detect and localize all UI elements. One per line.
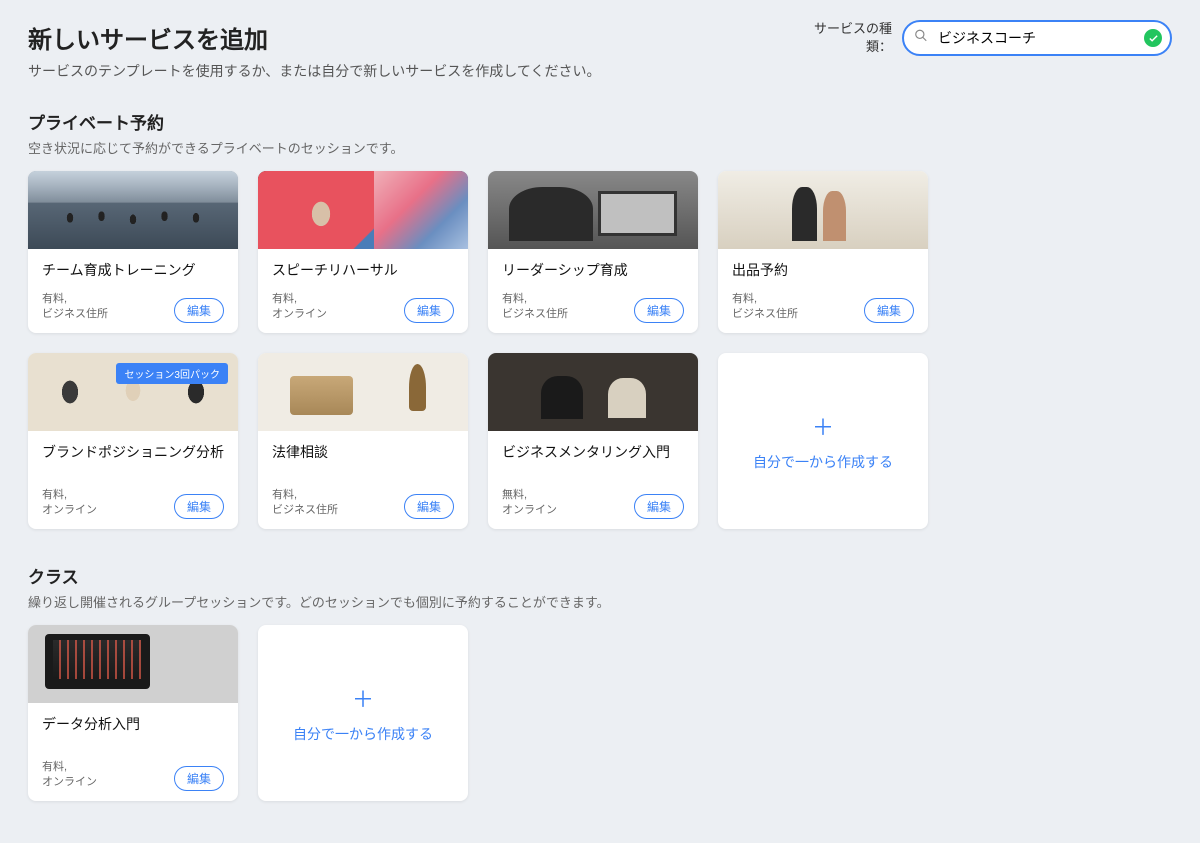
card-body: データ分析入門有料,オンライン 編集 (28, 703, 238, 801)
card-image (488, 353, 698, 431)
card-title: 出品予約 (732, 261, 914, 280)
card-image (488, 171, 698, 249)
grid-class: データ分析入門有料,オンライン 編集 ＋ 自分で一から作成する (28, 625, 1172, 801)
card-image (718, 171, 928, 249)
check-icon (1144, 29, 1162, 47)
card-image: セッション3回パック (28, 353, 238, 431)
card-meta: 有料,オンライン (272, 292, 327, 323)
create-new-card[interactable]: ＋ 自分で一から作成する (258, 625, 468, 801)
service-card[interactable]: 法律相談有料,ビジネス住所 編集 (258, 353, 468, 529)
create-label: 自分で一から作成する (753, 452, 893, 472)
card-badge: セッション3回パック (116, 363, 228, 384)
card-title: リーダーシップ育成 (502, 261, 684, 280)
card-body: ビジネスメンタリング入門無料,オンライン 編集 (488, 431, 698, 529)
page-title: 新しいサービスを追加 (28, 20, 814, 55)
section-class-subtitle: 繰り返し開催されるグループセッションです。どのセッションでも個別に予約することが… (28, 592, 1172, 611)
header-left: 新しいサービスを追加 サービスのテンプレートを使用するか、または自分で新しいサー… (28, 20, 814, 81)
service-card[interactable]: ビジネスメンタリング入門無料,オンライン 編集 (488, 353, 698, 529)
card-title: 法律相談 (272, 443, 454, 476)
card-footer: 有料,ビジネス住所 編集 (502, 292, 684, 323)
card-body: 法律相談有料,ビジネス住所 編集 (258, 431, 468, 529)
search-icon (914, 29, 928, 48)
service-card[interactable]: スピーチリハーサル有料,オンライン 編集 (258, 171, 468, 333)
edit-button[interactable]: 編集 (634, 494, 684, 519)
card-footer: 無料,オンライン 編集 (502, 488, 684, 519)
page-header: 新しいサービスを追加 サービスのテンプレートを使用するか、または自分で新しいサー… (28, 20, 1172, 81)
card-image (258, 353, 468, 431)
card-meta: 無料,オンライン (502, 488, 557, 519)
section-private-subtitle: 空き状況に応じて予約ができるプライベートのセッションです。 (28, 138, 1172, 157)
card-meta: 有料,オンライン (42, 760, 97, 791)
card-meta: 有料,ビジネス住所 (502, 292, 568, 323)
card-footer: 有料,オンライン 編集 (272, 292, 454, 323)
card-title: データ分析入門 (42, 715, 224, 748)
card-title: ビジネスメンタリング入門 (502, 443, 684, 476)
card-body: ブランドポジショニング分析有料,オンライン 編集 (28, 431, 238, 529)
edit-button[interactable]: 編集 (404, 494, 454, 519)
service-card[interactable]: 出品予約有料,ビジネス住所 編集 (718, 171, 928, 333)
service-card[interactable]: チーム育成トレーニング有料,ビジネス住所 編集 (28, 171, 238, 333)
card-body: チーム育成トレーニング有料,ビジネス住所 編集 (28, 249, 238, 333)
search-label: サービスの種 類： (814, 20, 892, 55)
card-title: チーム育成トレーニング (42, 261, 224, 280)
card-footer: 有料,ビジネス住所 編集 (272, 488, 454, 519)
card-meta: 有料,ビジネス住所 (42, 292, 108, 323)
edit-button[interactable]: 編集 (404, 298, 454, 323)
page-subtitle: サービスのテンプレートを使用するか、または自分で新しいサービスを作成してください… (28, 61, 814, 81)
card-meta: 有料,ビジネス住所 (272, 488, 338, 519)
edit-button[interactable]: 編集 (634, 298, 684, 323)
section-class-title: クラス (28, 563, 1172, 588)
edit-button[interactable]: 編集 (864, 298, 914, 323)
card-image (258, 171, 468, 249)
card-footer: 有料,ビジネス住所 編集 (42, 292, 224, 323)
edit-button[interactable]: 編集 (174, 766, 224, 791)
plus-icon: ＋ (812, 410, 834, 442)
card-meta: 有料,オンライン (42, 488, 97, 519)
card-body: 出品予約有料,ビジネス住所 編集 (718, 249, 928, 333)
service-card[interactable]: セッション3回パックブランドポジショニング分析有料,オンライン 編集 (28, 353, 238, 529)
card-footer: 有料,オンライン 編集 (42, 760, 224, 791)
section-private-title: プライベート予約 (28, 109, 1172, 134)
edit-button[interactable]: 編集 (174, 494, 224, 519)
card-meta: 有料,ビジネス住所 (732, 292, 798, 323)
card-body: リーダーシップ育成有料,ビジネス住所 編集 (488, 249, 698, 333)
create-new-card[interactable]: ＋ 自分で一から作成する (718, 353, 928, 529)
search-input[interactable] (902, 20, 1172, 56)
service-card[interactable]: データ分析入門有料,オンライン 編集 (28, 625, 238, 801)
plus-icon: ＋ (352, 682, 374, 714)
create-label: 自分で一から作成する (293, 724, 433, 744)
card-title: ブランドポジショニング分析 (42, 443, 224, 476)
section-class: クラス 繰り返し開催されるグループセッションです。どのセッションでも個別に予約す… (28, 563, 1172, 801)
search-field-wrap (902, 20, 1172, 56)
edit-button[interactable]: 編集 (174, 298, 224, 323)
card-title: スピーチリハーサル (272, 261, 454, 280)
grid-private: チーム育成トレーニング有料,ビジネス住所編集スピーチリハーサル有料,オンライン編… (28, 171, 1172, 529)
card-image (28, 171, 238, 249)
card-footer: 有料,ビジネス住所 編集 (732, 292, 914, 323)
header-right: サービスの種 類： (814, 20, 1172, 56)
service-card[interactable]: リーダーシップ育成有料,ビジネス住所 編集 (488, 171, 698, 333)
card-footer: 有料,オンライン 編集 (42, 488, 224, 519)
section-private: プライベート予約 空き状況に応じて予約ができるプライベートのセッションです。 チ… (28, 109, 1172, 529)
card-body: スピーチリハーサル有料,オンライン 編集 (258, 249, 468, 333)
card-image (28, 625, 238, 703)
